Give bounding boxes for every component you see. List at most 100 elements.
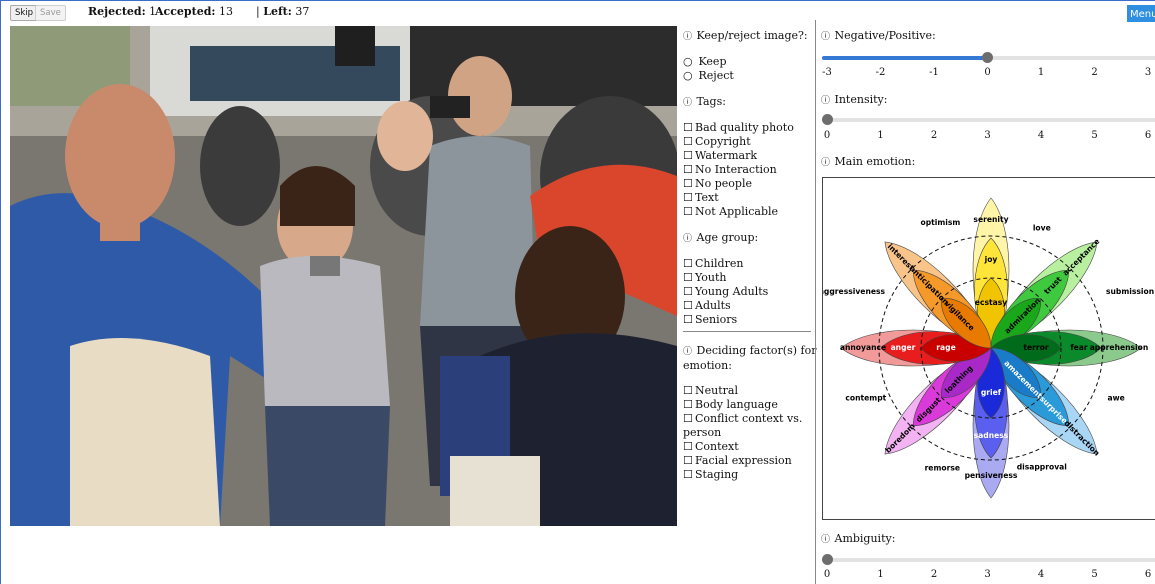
factor-checkbox[interactable]: ☐ Facial expression — [683, 454, 811, 468]
info-icon: ⓘ — [683, 234, 693, 244]
checkbox-icon[interactable]: ☐ — [683, 440, 695, 454]
factor-checkbox[interactable]: ☐ Staging — [683, 468, 811, 482]
age-checkbox[interactable]: ☐ Adults — [683, 299, 811, 313]
tick-label: 5 — [1091, 569, 1098, 580]
tick-label: 0 — [823, 130, 831, 141]
radio-icon[interactable]: ○ — [683, 69, 695, 83]
reject-radio[interactable]: ○ Reject — [683, 69, 811, 83]
tag-checkbox[interactable]: ☐ Text — [683, 191, 811, 205]
slider-fill — [822, 56, 988, 60]
slider-track[interactable] — [822, 118, 1155, 122]
tick-label: 6 — [1144, 569, 1152, 580]
tick-label: -3 — [822, 67, 832, 78]
checkbox-icon[interactable]: ☐ — [683, 163, 695, 177]
checkbox-icon[interactable]: ☐ — [683, 412, 695, 426]
ambiguity-question: ⓘ Ambiguity: — [821, 532, 895, 547]
photo-scene — [10, 26, 677, 526]
info-icon: ⓘ — [821, 158, 831, 168]
radio-icon[interactable]: ○ — [683, 55, 695, 69]
checkbox-icon[interactable]: ☐ — [683, 205, 695, 219]
intensity-question: ⓘ Intensity: — [821, 93, 887, 108]
checkbox-icon[interactable]: ☐ — [683, 257, 695, 271]
tick-label: 1 — [877, 130, 884, 141]
emotion-label-sadness: sadness — [974, 431, 1009, 440]
emotion-wheel[interactable]: serenity joy ecstasy acceptance trust admirat… — [822, 177, 1155, 520]
tick-label: 2 — [930, 130, 938, 141]
tag-checkbox[interactable]: ☐ Bad quality photo — [683, 121, 811, 135]
keep-radio[interactable]: ○ Keep — [683, 55, 811, 69]
factor-checkbox[interactable]: ☐ Neutral — [683, 384, 811, 398]
dyad-label-love: love — [1033, 223, 1051, 232]
tick-label: -2 — [875, 67, 886, 78]
checkbox-icon[interactable]: ☐ — [683, 285, 695, 299]
tag-checkbox[interactable]: ☐ Not Applicable — [683, 205, 811, 219]
emotion-label-ecstasy: ecstasy — [975, 298, 1007, 307]
tick-label: 6 — [1144, 130, 1152, 141]
tag-label: No Interaction — [695, 163, 777, 176]
age-label: Young Adults — [695, 285, 769, 298]
checkbox-icon[interactable]: ☐ — [683, 191, 695, 205]
tick-label: -1 — [929, 67, 939, 78]
reject-label: Reject — [698, 69, 734, 82]
tick-label: 0 — [823, 569, 831, 580]
accepted-value: 13 — [218, 5, 233, 18]
skip-button[interactable]: Skip — [10, 5, 39, 21]
tag-label: Copyright — [695, 135, 751, 148]
factor-checkbox[interactable]: ☐ Body language — [683, 398, 811, 412]
keep-reject-question: ⓘ Keep/reject image?: — [683, 29, 811, 44]
negpos-question: ⓘ Negative/Positive: — [821, 29, 936, 44]
tag-checkbox[interactable]: ☐ No people — [683, 177, 811, 191]
tick-label: 2 — [930, 569, 938, 580]
menu-button[interactable]: Menu — [1127, 5, 1155, 22]
section-divider — [683, 331, 811, 332]
main-emotion-question-text: Main emotion: — [834, 155, 916, 168]
question-panel: ⓘ Keep/reject image?: ○ Keep ○ Reject ⓘ … — [683, 29, 816, 482]
negpos-slider[interactable] — [822, 52, 1155, 64]
checkbox-icon[interactable]: ☐ — [683, 313, 695, 327]
ambiguity-slider[interactable] — [821, 554, 1155, 566]
checkbox-icon[interactable]: ☐ — [683, 468, 695, 482]
age-checkbox[interactable]: ☐ Children — [683, 257, 811, 271]
dyad-label-disapproval: disapproval — [1017, 463, 1067, 472]
info-icon: ⓘ — [683, 98, 693, 108]
save-button[interactable]: Save — [35, 5, 66, 21]
emotion-label-grief: grief — [981, 388, 1002, 397]
checkbox-icon[interactable]: ☐ — [683, 149, 695, 163]
tag-label: Not Applicable — [695, 205, 779, 218]
negpos-question-text: Negative/Positive: — [834, 29, 936, 42]
intensity-slider[interactable] — [821, 114, 1155, 126]
checkbox-icon[interactable]: ☐ — [683, 121, 695, 135]
emotion-label-terror: terror — [1023, 343, 1048, 352]
dyad-label-optimism: optimism — [921, 218, 961, 227]
age-group-question: ⓘ Age group: — [683, 231, 811, 246]
checkbox-icon[interactable]: ☐ — [683, 398, 695, 412]
slider-thumb[interactable] — [821, 114, 833, 125]
checkbox-icon[interactable]: ☐ — [683, 299, 695, 313]
age-checkbox[interactable]: ☐ Seniors — [683, 313, 811, 327]
tag-checkbox[interactable]: ☐ No Interaction — [683, 163, 811, 177]
slider-thumb[interactable] — [982, 52, 993, 63]
emotion-label-anger: anger — [891, 343, 916, 352]
age-checkbox[interactable]: ☐ Young Adults — [683, 285, 811, 299]
checkbox-icon[interactable]: ☐ — [683, 135, 695, 149]
checkbox-icon[interactable]: ☐ — [683, 271, 695, 285]
checkbox-icon[interactable]: ☐ — [683, 384, 695, 398]
tags-question: ⓘ Tags: — [683, 95, 811, 110]
checkbox-icon[interactable]: ☐ — [683, 177, 695, 191]
column-divider — [815, 20, 816, 584]
age-checkbox[interactable]: ☐ Youth — [683, 271, 811, 285]
tag-checkbox[interactable]: ☐ Watermark — [683, 149, 811, 163]
deciding-factor-question: ⓘ Deciding factor(s) for — [683, 344, 816, 359]
tags-question-text: Tags: — [696, 95, 726, 108]
slider-thumb[interactable] — [821, 554, 833, 565]
checkbox-icon[interactable]: ☐ — [683, 454, 695, 468]
tag-checkbox[interactable]: ☐ Copyright — [683, 135, 811, 149]
factor-checkbox[interactable]: ☐ Conflict context vs. — [683, 412, 811, 426]
emotion-wheel-graphic[interactable]: serenityjoyecstasyacceptancetrustadmirat… — [823, 178, 1155, 520]
tick-label: 4 — [1037, 569, 1045, 580]
info-icon: ⓘ — [683, 32, 693, 42]
slider-track[interactable] — [822, 558, 1155, 562]
dyad-label-remorse: remorse — [925, 464, 960, 473]
age-group-question-text: Age group: — [696, 231, 759, 244]
factor-checkbox[interactable]: ☐ Context — [683, 440, 811, 454]
